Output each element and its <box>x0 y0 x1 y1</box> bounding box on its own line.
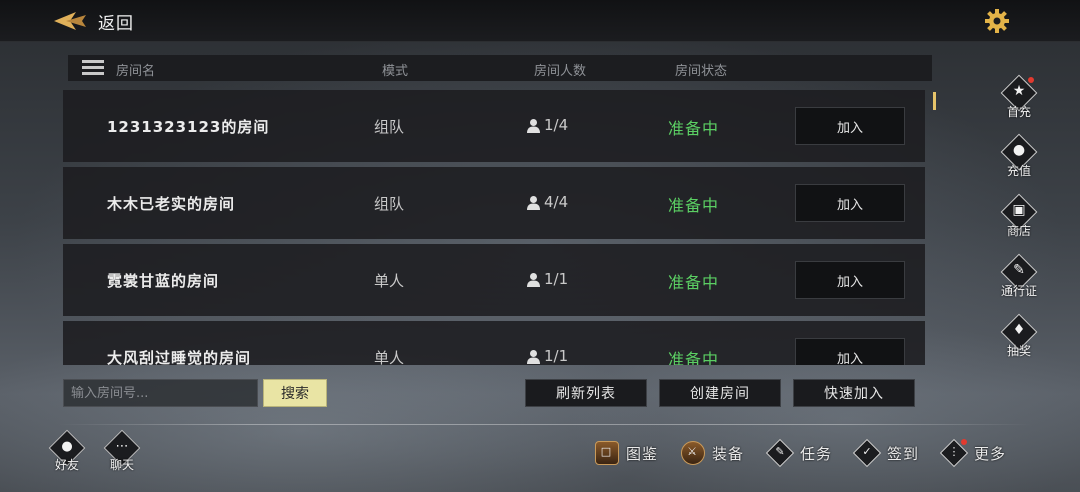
side-item-label: 首充 <box>1006 105 1031 119</box>
side-item-shop[interactable]: ▣ 商店 <box>996 193 1042 243</box>
side-item-recharge[interactable]: ● 充值 <box>996 133 1042 183</box>
settings-gear-icon[interactable] <box>984 8 1010 34</box>
top-bar: 返回 <box>0 0 1080 42</box>
nav-codex-label: 图鉴 <box>626 444 659 463</box>
chat-label: 聊天 <box>109 458 134 472</box>
room-mode: 单人 <box>374 272 405 290</box>
person-icon <box>527 349 540 364</box>
menu-icon[interactable] <box>82 60 104 76</box>
equipment-icon: ⚔ <box>678 439 706 467</box>
chat-button[interactable]: ⋯ 聊天 <box>102 429 142 476</box>
room-row[interactable]: 木木已老实的房间 组队 4/4 准备中 加入 <box>63 167 925 239</box>
room-mode: 组队 <box>374 195 405 213</box>
room-name: 大风刮过睡觉的房间 <box>107 349 252 365</box>
side-item-label: 充值 <box>1006 164 1031 178</box>
nav-codex[interactable]: □ 图鉴 <box>592 437 658 469</box>
nav-more[interactable]: ⋮ 更多 <box>939 437 1007 469</box>
person-icon <box>527 272 540 287</box>
room-mode: 组队 <box>374 118 405 136</box>
room-status: 准备中 <box>668 273 720 292</box>
room-row[interactable]: 霓裳甘蓝的房间 单人 1/1 准备中 加入 <box>63 244 925 316</box>
nav-checkin-label: 签到 <box>887 444 920 463</box>
room-row[interactable]: 大风刮过睡觉的房间 单人 1/1 准备中 加入 <box>63 321 925 365</box>
join-room-button[interactable]: 加入 <box>795 184 905 222</box>
checkin-icon: ✓ <box>852 438 882 468</box>
room-list[interactable]: 1231323123的房间 组队 1/4 准备中 加入 木木已老实的房间 组队 … <box>63 90 925 365</box>
header-mode: 模式 <box>382 64 409 79</box>
nav-equipment-label: 装备 <box>712 444 745 463</box>
nav-task-label: 任务 <box>800 444 833 463</box>
room-player-count-value: 1/4 <box>544 116 569 134</box>
room-status: 准备中 <box>668 350 720 365</box>
join-room-button[interactable]: 加入 <box>795 338 905 365</box>
notification-dot <box>1028 77 1034 83</box>
person-icon <box>527 195 540 210</box>
nav-equipment[interactable]: ⚔ 装备 <box>678 437 744 469</box>
back-button[interactable]: 返回 <box>52 8 134 34</box>
room-number-input[interactable] <box>63 379 258 407</box>
codex-icon: □ <box>592 439 620 467</box>
room-name: 1231323123的房间 <box>107 118 270 136</box>
refresh-list-button[interactable]: 刷新列表 <box>525 379 647 407</box>
room-player-count: 1/1 <box>526 347 568 365</box>
header-status: 房间状态 <box>675 64 728 79</box>
nav-task[interactable]: ✎ 任务 <box>765 437 833 469</box>
room-name: 木木已老实的房间 <box>107 195 236 213</box>
room-status: 准备中 <box>668 119 720 138</box>
room-name: 霓裳甘蓝的房间 <box>107 272 220 290</box>
friends-button[interactable]: ● 好友 <box>47 429 87 476</box>
back-label: 返回 <box>98 13 134 34</box>
room-player-count-value: 1/1 <box>544 270 569 288</box>
back-arrow-icon <box>54 12 86 30</box>
side-item-pass[interactable]: ✎ 通行证 <box>996 253 1042 303</box>
room-player-count: 1/1 <box>526 270 568 288</box>
list-scrollbar-thumb[interactable] <box>933 92 936 110</box>
room-row[interactable]: 1231323123的房间 组队 1/4 准备中 加入 <box>63 90 925 162</box>
room-player-count-value: 1/1 <box>544 347 569 365</box>
header-room-name: 房间名 <box>116 64 156 79</box>
room-player-count-value: 4/4 <box>544 193 569 211</box>
room-mode: 单人 <box>374 349 405 365</box>
join-room-button[interactable]: 加入 <box>795 107 905 145</box>
room-player-count: 1/4 <box>526 116 568 134</box>
friends-label: 好友 <box>54 458 79 472</box>
nav-checkin[interactable]: ✓ 签到 <box>852 437 920 469</box>
person-icon <box>527 118 540 133</box>
side-item-label: 商店 <box>1006 224 1031 238</box>
side-item-label: 通行证 <box>1000 284 1037 298</box>
room-status: 准备中 <box>668 196 720 215</box>
side-item-label: 抽奖 <box>1006 344 1031 358</box>
room-player-count: 4/4 <box>526 193 568 211</box>
create-room-button[interactable]: 创建房间 <box>659 379 781 407</box>
join-room-button[interactable]: 加入 <box>795 261 905 299</box>
task-icon: ✎ <box>765 438 795 468</box>
room-table-header: 房间名 模式 房间人数 房间状态 <box>68 55 932 81</box>
side-item-first-recharge[interactable]: ★ 首充 <box>996 74 1042 124</box>
search-button[interactable]: 搜索 <box>263 379 327 407</box>
more-icon: ⋮ <box>939 438 969 468</box>
divider <box>58 424 1032 425</box>
side-item-lottery[interactable]: ♦ 抽奖 <box>996 313 1042 363</box>
nav-more-label: 更多 <box>974 444 1007 463</box>
header-player-count: 房间人数 <box>534 64 587 79</box>
quick-join-button[interactable]: 快速加入 <box>793 379 915 407</box>
